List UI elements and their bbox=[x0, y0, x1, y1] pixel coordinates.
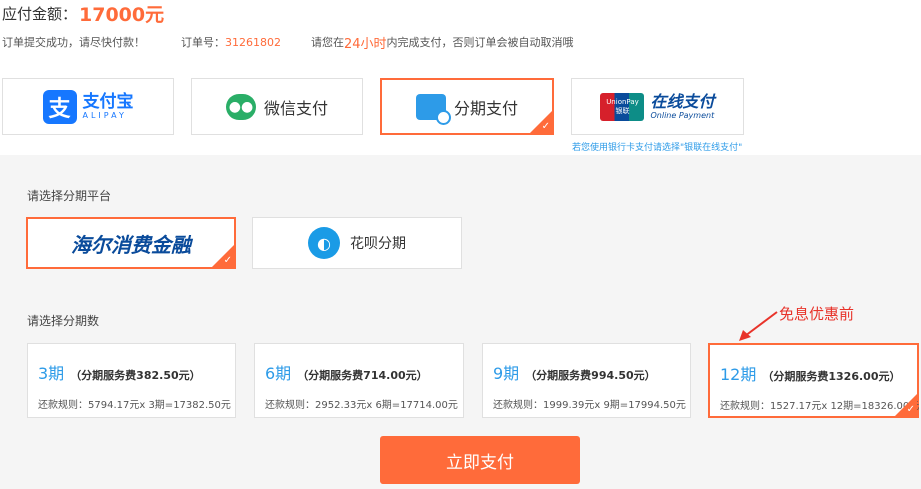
wechat-label: 微信支付 bbox=[263, 98, 328, 118]
amount-value: 17000元 bbox=[79, 3, 165, 26]
term-count: 12期 bbox=[720, 365, 757, 384]
deadline-prefix: 请您在 bbox=[311, 36, 344, 49]
check-icon: ✓ bbox=[223, 255, 232, 266]
term-option-6[interactable]: 6期 （分期服务费714.00元） 还款规则：2952.33元x 6期=1771… bbox=[254, 343, 464, 418]
haier-logo: 海尔消费金融 bbox=[71, 232, 191, 257]
deadline-hours: 24小时 bbox=[344, 36, 387, 52]
term-option-3[interactable]: 3期 （分期服务费382.50元） 还款规则：5794.17元x 3期=1738… bbox=[27, 343, 236, 418]
check-icon: ✓ bbox=[906, 404, 915, 415]
unionpay-icon-text-cn: 银联 bbox=[615, 106, 630, 115]
pay-now-button[interactable]: 立即支付 bbox=[380, 436, 580, 484]
term-rule: 还款规则：1999.39元x 9期=17994.50元 bbox=[493, 400, 686, 411]
alipay-label: 支付宝 bbox=[82, 91, 134, 112]
huabei-icon: ◐ bbox=[308, 227, 340, 259]
term-count: 6期 bbox=[265, 364, 292, 383]
installment-label: 分期支付 bbox=[453, 98, 518, 118]
term-fee: （分期服务费714.00元） bbox=[297, 369, 428, 382]
term-fee: （分期服务费382.50元） bbox=[70, 369, 201, 382]
term-count: 9期 bbox=[493, 364, 520, 383]
unionpay-label: 在线支付 bbox=[650, 91, 715, 111]
unionpay-hint: 若您使用银行卡支付请选择"银联在线支付" bbox=[572, 143, 743, 153]
payment-method-alipay[interactable]: 支 支付宝 ALIPAY bbox=[2, 78, 174, 135]
order-number: 31261802 bbox=[225, 35, 281, 49]
order-notice: 订单提交成功，请尽快付款！ 订单号： 31261802 请您在 24小时 内完成… bbox=[2, 33, 574, 52]
term-rule: 还款规则：2952.33元x 6期=17714.00元 bbox=[265, 400, 458, 411]
platform-haier[interactable]: 海尔消费金融 ✓ bbox=[26, 217, 236, 269]
success-message: 订单提交成功，请尽快付款！ bbox=[2, 36, 145, 49]
term-fee: （分期服务费994.50元） bbox=[525, 369, 656, 382]
order-number-label: 订单号： bbox=[181, 36, 225, 49]
term-rule: 还款规则：1527.17元x 12期=18326.00元 bbox=[720, 401, 920, 412]
term-rule: 还款规则：5794.17元x 3期=17382.50元 bbox=[38, 400, 231, 411]
huabei-label: 花呗分期 bbox=[350, 236, 406, 252]
term-option-9[interactable]: 9期 （分期服务费994.50元） 还款规则：1999.39元x 9期=1799… bbox=[482, 343, 691, 418]
alipay-sub-label: ALIPAY bbox=[82, 110, 127, 120]
payment-method-installment[interactable]: 分期支付 ✓ bbox=[380, 78, 554, 135]
alipay-icon: 支 bbox=[42, 89, 77, 124]
payment-method-wechat[interactable]: ●● 微信支付 bbox=[191, 78, 363, 135]
platform-huabei[interactable]: ◐ 花呗分期 bbox=[252, 217, 462, 269]
amount-label: 应付金额： bbox=[2, 4, 78, 23]
amount-row: 应付金额： 17000元 bbox=[2, 0, 164, 26]
platform-section-title: 请选择分期平台 bbox=[27, 189, 112, 203]
wechat-icon: ●● bbox=[225, 93, 256, 120]
unionpay-icon: UnionPay 银联 bbox=[600, 92, 645, 121]
term-fee: （分期服务费1326.00元） bbox=[762, 370, 901, 383]
term-option-12[interactable]: 12期 （分期服务费1326.00元） 还款规则：1527.17元x 12期=1… bbox=[708, 343, 919, 418]
unionpay-sub-label: Online Payment bbox=[650, 110, 715, 120]
check-icon: ✓ bbox=[541, 121, 550, 132]
unionpay-icon-text: UnionPay bbox=[606, 97, 639, 106]
installment-icon bbox=[415, 93, 451, 125]
annotation-label: 免息优惠前 bbox=[779, 305, 855, 323]
deadline-suffix: 内完成支付，否则订单会被自动取消哦 bbox=[386, 36, 574, 49]
term-section-title: 请选择分期数 bbox=[27, 314, 100, 328]
payment-method-unionpay[interactable]: UnionPay 银联 在线支付 Online Payment bbox=[571, 78, 744, 135]
term-count: 3期 bbox=[38, 364, 65, 383]
annotation-arrow-icon bbox=[739, 311, 778, 341]
